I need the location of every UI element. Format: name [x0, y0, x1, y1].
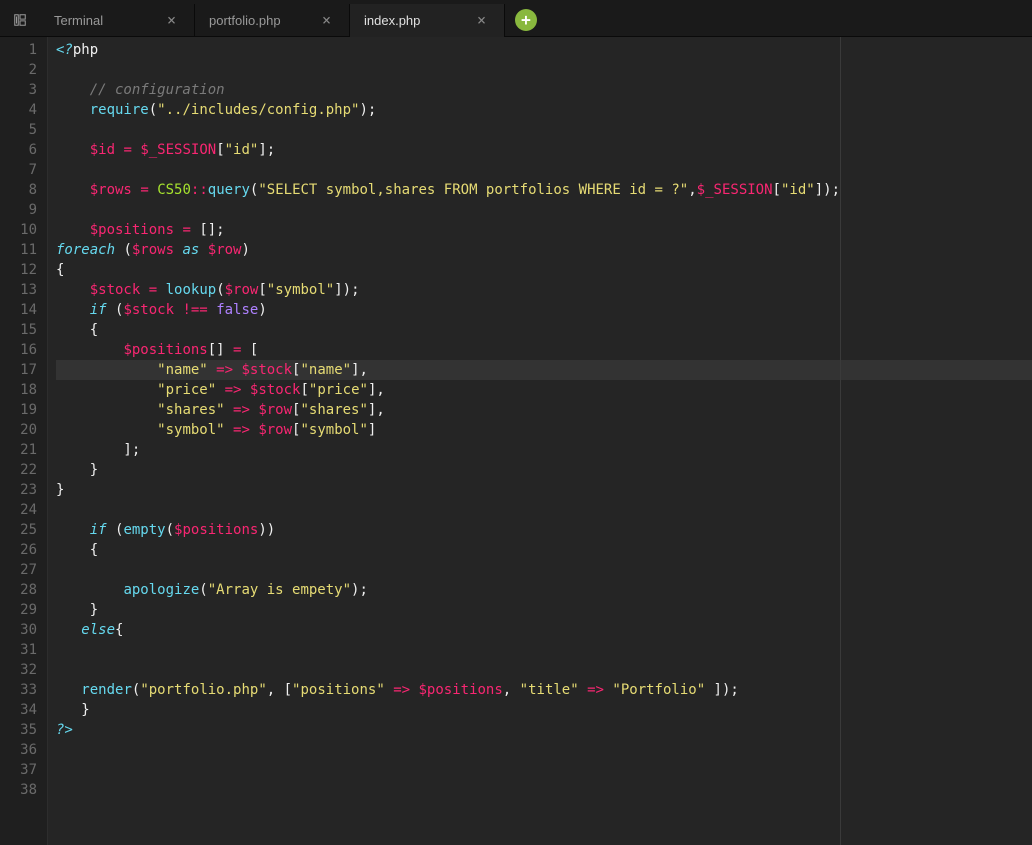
code-line[interactable]: require("../includes/config.php"); — [56, 100, 1032, 120]
tab-label: portfolio.php — [209, 13, 310, 28]
line-number: 27 — [12, 560, 37, 580]
line-number: 1 — [12, 40, 37, 60]
editor: 1234567891011121314151617181920212223242… — [0, 37, 1032, 845]
code-line[interactable] — [56, 200, 1032, 220]
code-line[interactable]: "symbol" => $row["symbol"] — [56, 420, 1032, 440]
code-line[interactable]: "price" => $stock["price"], — [56, 380, 1032, 400]
line-number: 12 — [12, 260, 37, 280]
code-line[interactable]: } — [56, 600, 1032, 620]
code-line[interactable] — [56, 160, 1032, 180]
code-line[interactable] — [56, 760, 1032, 780]
line-number: 30 — [12, 620, 37, 640]
line-number: 2 — [12, 60, 37, 80]
tab-index-php[interactable]: index.php × — [350, 4, 505, 37]
code-line[interactable] — [56, 560, 1032, 580]
code-line[interactable] — [56, 740, 1032, 760]
line-number: 38 — [12, 780, 37, 800]
line-number: 22 — [12, 460, 37, 480]
line-number: 4 — [12, 100, 37, 120]
code-line[interactable]: apologize("Array is empety"); — [56, 580, 1032, 600]
tab-label: index.php — [364, 13, 465, 28]
line-number: 26 — [12, 540, 37, 560]
home-icon[interactable] — [0, 4, 40, 37]
code-line[interactable]: if ($stock !== false) — [56, 300, 1032, 320]
code-line[interactable]: $positions[] = [ — [56, 340, 1032, 360]
line-number: 16 — [12, 340, 37, 360]
code-line[interactable]: $stock = lookup($row["symbol"]); — [56, 280, 1032, 300]
line-number: 36 — [12, 740, 37, 760]
code-line[interactable] — [56, 780, 1032, 800]
line-number: 21 — [12, 440, 37, 460]
code-area[interactable]: <?php // configuration require("../inclu… — [48, 37, 1032, 845]
line-number: 19 — [12, 400, 37, 420]
line-number: 33 — [12, 680, 37, 700]
code-line[interactable]: "shares" => $row["shares"], — [56, 400, 1032, 420]
tab-label: Terminal — [54, 13, 155, 28]
line-number: 3 — [12, 80, 37, 100]
code-line[interactable]: } — [56, 460, 1032, 480]
line-number: 7 — [12, 160, 37, 180]
line-number: 37 — [12, 760, 37, 780]
code-line[interactable] — [56, 120, 1032, 140]
code-line[interactable]: } — [56, 480, 1032, 500]
line-number: 18 — [12, 380, 37, 400]
code-line[interactable]: render("portfolio.php", ["positions" => … — [56, 680, 1032, 700]
code-line[interactable] — [56, 500, 1032, 520]
line-number: 8 — [12, 180, 37, 200]
code-line[interactable]: else{ — [56, 620, 1032, 640]
line-number: 9 — [12, 200, 37, 220]
code-line[interactable]: ]; — [56, 440, 1032, 460]
line-number: 10 — [12, 220, 37, 240]
line-number: 32 — [12, 660, 37, 680]
line-number: 31 — [12, 640, 37, 660]
line-number: 28 — [12, 580, 37, 600]
code-line[interactable]: // configuration — [56, 80, 1032, 100]
close-icon[interactable]: × — [163, 11, 180, 29]
line-number: 25 — [12, 520, 37, 540]
code-line[interactable] — [56, 60, 1032, 80]
line-number: 15 — [12, 320, 37, 340]
close-icon[interactable]: × — [318, 11, 335, 29]
line-number: 34 — [12, 700, 37, 720]
line-number: 24 — [12, 500, 37, 520]
tabbar: Terminal × portfolio.php × index.php × + — [0, 4, 1032, 37]
tab-terminal[interactable]: Terminal × — [40, 4, 195, 37]
code-line[interactable]: { — [56, 320, 1032, 340]
code-line[interactable]: } — [56, 700, 1032, 720]
line-number: 23 — [12, 480, 37, 500]
line-number: 35 — [12, 720, 37, 740]
code-line[interactable] — [56, 640, 1032, 660]
code-line[interactable]: "name" => $stock["name"], — [56, 360, 1032, 380]
code-line[interactable]: $rows = CS50::query("SELECT symbol,share… — [56, 180, 1032, 200]
code-line[interactable]: $positions = []; — [56, 220, 1032, 240]
line-number: 14 — [12, 300, 37, 320]
code-line[interactable]: $id = $_SESSION["id"]; — [56, 140, 1032, 160]
code-line[interactable] — [56, 660, 1032, 680]
code-line[interactable]: if (empty($positions)) — [56, 520, 1032, 540]
line-number: 29 — [12, 600, 37, 620]
line-number: 13 — [12, 280, 37, 300]
code-line[interactable]: { — [56, 260, 1032, 280]
line-number: 5 — [12, 120, 37, 140]
line-number: 11 — [12, 240, 37, 260]
code-line[interactable]: foreach ($rows as $row) — [56, 240, 1032, 260]
line-number: 20 — [12, 420, 37, 440]
line-number: 6 — [12, 140, 37, 160]
line-number-gutter: 1234567891011121314151617181920212223242… — [0, 37, 48, 845]
code-line[interactable]: <?php — [56, 40, 1032, 60]
code-line[interactable]: ?> — [56, 720, 1032, 740]
code-line[interactable]: { — [56, 540, 1032, 560]
line-number: 17 — [12, 360, 37, 380]
close-icon[interactable]: × — [473, 11, 490, 29]
tab-portfolio-php[interactable]: portfolio.php × — [195, 4, 350, 37]
add-tab-button[interactable]: + — [515, 9, 537, 31]
